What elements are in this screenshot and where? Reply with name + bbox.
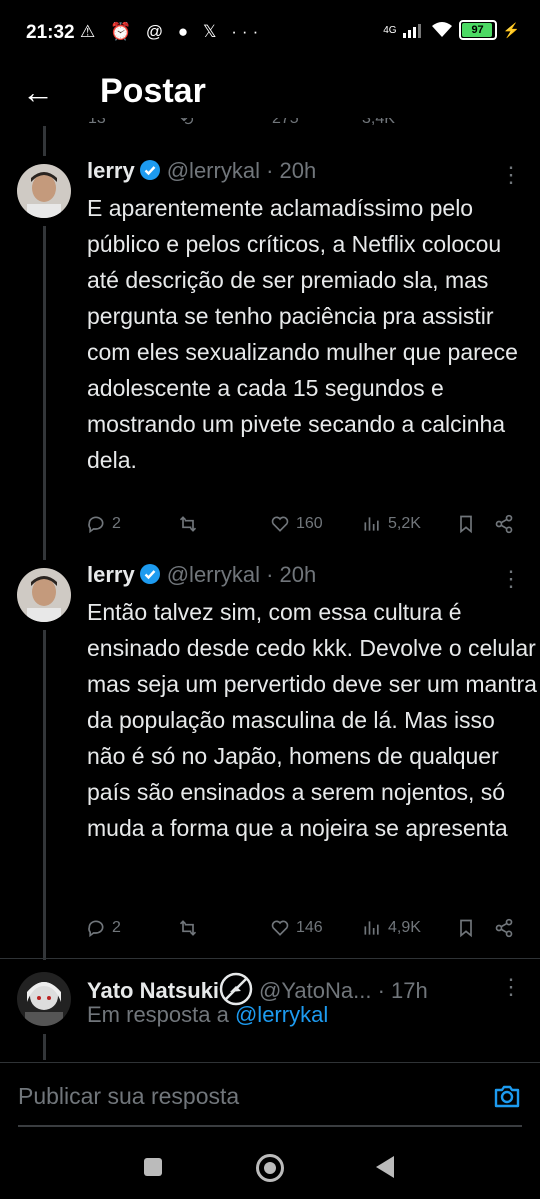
views-button[interactable]: 5,2K (362, 514, 421, 534)
bookmark-icon (460, 515, 472, 534)
camera-icon[interactable] (492, 1081, 522, 1111)
divider (0, 958, 540, 959)
page-title: Postar (100, 72, 206, 110)
reply-composer: Publicar sua resposta (0, 1062, 540, 1127)
retweet-button[interactable] (178, 514, 198, 534)
reply-button[interactable]: 2 (86, 918, 121, 938)
avatar[interactable] (17, 972, 71, 1026)
like-count: 146 (296, 919, 323, 936)
charging-icon: ⚡ (502, 21, 520, 38)
battery-icon: 97 (458, 20, 497, 40)
status-bar: 21:32 ⚠ ⏰ @ ● 𝕏 ··· 4G 97 ⚡ (0, 0, 540, 66)
reply-input[interactable]: Publicar sua resposta (18, 1083, 239, 1110)
views-icon (364, 921, 379, 935)
tweet-actions: 2 160 5,2K (86, 514, 516, 544)
recents-button[interactable] (144, 1158, 162, 1176)
status-time: 21:32 (26, 22, 75, 43)
bookmark-button[interactable] (456, 918, 476, 938)
retweet-icon (179, 920, 197, 936)
share-icon (495, 918, 513, 938)
previous-tweet-actions: 13 ⟲ 275 3,4K (0, 118, 540, 132)
thread-line (43, 630, 46, 960)
verified-badge-icon (139, 160, 160, 180)
like-count: 160 (296, 515, 323, 532)
view-count: 4,9K (388, 919, 421, 936)
wifi-icon (431, 22, 452, 37)
reply-count: 2 (112, 515, 121, 532)
reply-prefix: Em resposta a (87, 1002, 229, 1027)
like-button[interactable]: 146 (270, 918, 323, 938)
handle-time: @lerrykal · 20h (166, 562, 317, 587)
tweet-actions: 2 146 4,9K (86, 918, 516, 948)
home-button[interactable] (256, 1154, 284, 1182)
status-right: 4G 97 ⚡ (383, 20, 520, 40)
reply-icon (88, 920, 104, 938)
tweet-author-row: Yato Natsuki @YatoNa... · 17h (87, 972, 428, 1006)
thread-line (43, 226, 46, 560)
reply-count[interactable]: 13 (88, 118, 106, 128)
notification-icons: ⚠ ⏰ @ ● 𝕏 ··· (80, 22, 264, 41)
signal-icon (402, 24, 421, 38)
thread-line (43, 1034, 46, 1060)
share-button[interactable] (494, 918, 514, 938)
heart-icon (271, 920, 289, 936)
display-name[interactable]: lerry (87, 562, 135, 587)
tweet-author-row: lerry @lerrykal · 20h (87, 562, 316, 588)
retweet-icon[interactable]: ⟲ (180, 118, 193, 130)
retweet-icon (179, 516, 197, 532)
system-nav-bar (0, 1128, 540, 1199)
display-name[interactable]: lerry (87, 158, 135, 183)
tweet-text: E aparentemente aclamadíssimo pelo públi… (87, 195, 518, 473)
reply-context: Em resposta a @lerrykal (87, 1002, 328, 1028)
more-options-icon[interactable]: ⋮ (500, 162, 522, 188)
top-bar: ← Postar (0, 66, 540, 126)
tweet-text: Então talvez sim, com essa cultura é ens… (87, 599, 537, 841)
views-button[interactable]: 4,9K (362, 918, 421, 938)
bookmark-button[interactable] (456, 514, 476, 534)
bookmark-icon (460, 919, 472, 938)
view-count: 5,2K (388, 515, 421, 532)
network-label: 4G (383, 24, 397, 36)
reply-button[interactable]: 2 (86, 514, 121, 534)
display-name[interactable]: Yato Natsuki (87, 978, 219, 1003)
like-count[interactable]: 275 (272, 118, 299, 128)
reply-target-link[interactable]: @lerrykal (235, 1002, 328, 1027)
share-icon (495, 514, 513, 534)
heart-icon (271, 516, 289, 532)
thread-line (43, 126, 46, 156)
more-options-icon[interactable]: ⋮ (500, 566, 522, 592)
share-button[interactable] (494, 514, 514, 534)
input-underline (18, 1125, 522, 1127)
retweet-button[interactable] (178, 918, 198, 938)
like-button[interactable]: 160 (270, 514, 323, 534)
verified-badge-icon (139, 564, 160, 584)
prohibited-emoji-icon (219, 972, 253, 1006)
avatar[interactable] (17, 568, 71, 622)
handle-time: @lerrykal · 20h (166, 158, 317, 183)
reply-icon (88, 516, 104, 534)
back-button[interactable] (376, 1156, 394, 1178)
back-arrow-icon[interactable]: ← (22, 74, 54, 111)
tweet-author-row: lerry @lerrykal · 20h (87, 158, 316, 184)
reply-count: 2 (112, 919, 121, 936)
avatar[interactable] (17, 164, 71, 218)
more-options-icon[interactable]: ⋮ (500, 974, 522, 1000)
views-icon (364, 517, 379, 531)
view-count[interactable]: 3,4K (362, 118, 395, 128)
handle-time: @YatoNa... · 17h (259, 978, 428, 1003)
